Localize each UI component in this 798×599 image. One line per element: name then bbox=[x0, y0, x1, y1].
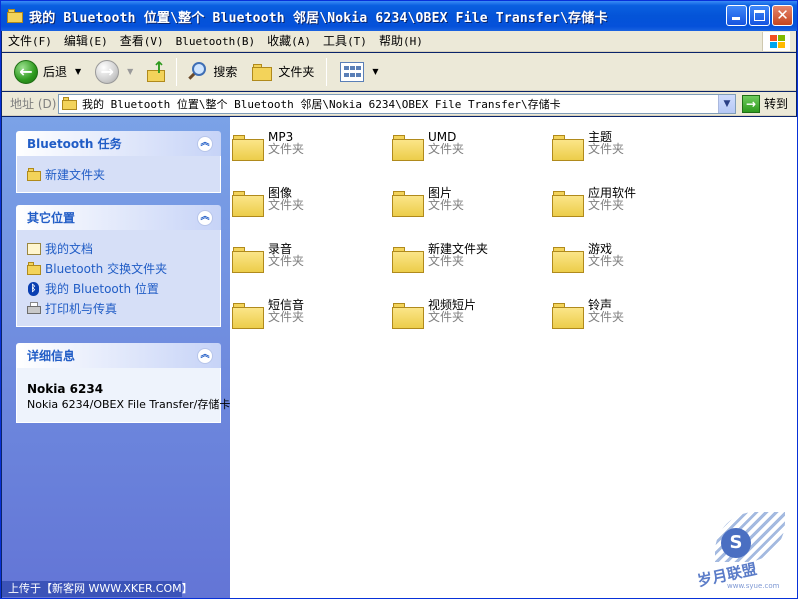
place-my-bluetooth-places[interactable]: ᛒ 我的 Bluetooth 位置 bbox=[27, 278, 210, 298]
search-button[interactable]: 搜索 bbox=[182, 56, 241, 88]
folder-item-games[interactable]: 游戏 文件夹 bbox=[552, 243, 702, 287]
folder-icon bbox=[552, 301, 584, 331]
details-header[interactable]: 详细信息 ︽ bbox=[16, 343, 221, 368]
folder-icon bbox=[392, 189, 424, 219]
menu-file[interactable]: 文件(F) bbox=[2, 31, 58, 52]
details-panel: 详细信息 ︽ Nokia 6234 Nokia 6234/OBEX File T… bbox=[16, 343, 231, 423]
maximize-icon bbox=[754, 10, 765, 21]
address-value: 我的 Bluetooth 位置\整个 Bluetooth 邻居\Nokia 62… bbox=[82, 97, 561, 111]
detail-path: Nokia 6234/OBEX File Transfer/存储卡 bbox=[27, 398, 231, 411]
folder-icon bbox=[392, 133, 424, 163]
folder-up-icon: ↑ bbox=[145, 59, 167, 83]
folder-item-themes[interactable]: 主题 文件夹 bbox=[552, 131, 702, 175]
close-icon: ✕ bbox=[776, 6, 789, 24]
folder-icon bbox=[392, 301, 424, 331]
address-bar: 地址 (D) 我的 Bluetooth 位置\整个 Bluetooth 邻居\N… bbox=[2, 92, 796, 116]
go-button[interactable]: → 转到 bbox=[742, 94, 788, 113]
toolbar-separator bbox=[176, 57, 178, 86]
folder-icon bbox=[232, 133, 264, 163]
folder-icon bbox=[62, 97, 78, 110]
upload-credit: 上传于【新客网 WWW.XKER.COM】 bbox=[2, 581, 193, 597]
go-arrow-icon: → bbox=[742, 94, 760, 113]
minimize-button[interactable] bbox=[726, 5, 747, 26]
task-new-folder[interactable]: 新建文件夹 bbox=[27, 164, 210, 184]
maximize-button[interactable] bbox=[749, 5, 770, 26]
forward-dropdown-icon[interactable]: ▼ bbox=[127, 67, 133, 76]
folder-item-mp3[interactable]: MP3 文件夹 bbox=[232, 131, 382, 175]
forward-arrow-icon: → bbox=[95, 59, 120, 84]
file-list: MP3 文件夹 UMD 文件夹 主题 文件夹 图像 文件夹 图片 文件夹 应用软件 文件夹 … bbox=[230, 117, 797, 598]
folder-icon bbox=[7, 9, 23, 23]
window-title: 我的 Bluetooth 位置\整个 Bluetooth 邻居\Nokia 62… bbox=[29, 10, 608, 26]
address-input[interactable]: 我的 Bluetooth 位置\整个 Bluetooth 邻居\Nokia 62… bbox=[58, 93, 736, 114]
search-icon bbox=[186, 61, 208, 83]
documents-icon bbox=[27, 242, 41, 255]
place-bluetooth-exchange-folder[interactable]: Bluetooth 交换文件夹 bbox=[27, 258, 210, 278]
collapse-icon[interactable]: ︽ bbox=[197, 135, 213, 152]
back-dropdown-icon[interactable]: ▼ bbox=[75, 67, 81, 76]
views-icon bbox=[340, 61, 365, 82]
collapse-icon[interactable]: ︽ bbox=[197, 347, 213, 364]
folder-icon bbox=[552, 245, 584, 275]
s-logo-icon: S bbox=[721, 528, 751, 558]
bluetooth-icon: ᛒ bbox=[27, 281, 41, 296]
views-button[interactable]: ▼ bbox=[336, 56, 382, 88]
bluetooth-tasks-panel: Bluetooth 任务 ︽ 新建文件夹 bbox=[16, 131, 221, 193]
folder-icon bbox=[232, 301, 264, 331]
other-places-panel: 其它位置 ︽ 我的文档 Bluetooth 交换文件夹 ᛒ 我的 Bluetoo… bbox=[16, 205, 221, 327]
folder-item-video-clips[interactable]: 视频短片 文件夹 bbox=[392, 299, 542, 343]
menu-edit[interactable]: 编辑(E) bbox=[58, 31, 114, 52]
menu-help[interactable]: 帮助(H) bbox=[373, 31, 429, 52]
folder-item-images[interactable]: 图像 文件夹 bbox=[232, 187, 382, 231]
address-dropdown-icon[interactable]: ▼ bbox=[718, 94, 735, 113]
other-places-header[interactable]: 其它位置 ︽ bbox=[16, 205, 221, 230]
forward-button[interactable]: → ▼ bbox=[91, 56, 137, 88]
back-button[interactable]: ← 后退 ▼ bbox=[10, 56, 85, 88]
folder-icon bbox=[27, 261, 41, 275]
place-my-documents[interactable]: 我的文档 bbox=[27, 238, 210, 258]
menu-view[interactable]: 查看(V) bbox=[114, 31, 170, 52]
explorer-window: 我的 Bluetooth 位置\整个 Bluetooth 邻居\Nokia 62… bbox=[0, 0, 798, 599]
folder-item-ringtones[interactable]: 铃声 文件夹 bbox=[552, 299, 702, 343]
folder-item-umd[interactable]: UMD 文件夹 bbox=[392, 131, 542, 175]
folders-icon bbox=[251, 62, 273, 82]
windows-logo-icon bbox=[762, 32, 790, 51]
folder-item-sms-tones[interactable]: 短信音 文件夹 bbox=[232, 299, 382, 343]
detail-device-name: Nokia 6234 bbox=[27, 382, 104, 396]
folder-icon bbox=[232, 245, 264, 275]
minimize-icon bbox=[732, 17, 740, 20]
folder-item-recordings[interactable]: 录音 文件夹 bbox=[232, 243, 382, 287]
folder-item-pictures[interactable]: 图片 文件夹 bbox=[392, 187, 542, 231]
printer-icon bbox=[27, 301, 41, 315]
title-bar[interactable]: 我的 Bluetooth 位置\整个 Bluetooth 邻居\Nokia 62… bbox=[1, 1, 797, 31]
collapse-icon[interactable]: ︽ bbox=[197, 209, 213, 226]
folder-icon bbox=[552, 133, 584, 163]
toolbar: ← 后退 ▼ → ▼ ↑ 搜索 文件夹 ▼ bbox=[2, 53, 796, 91]
menu-bar: 文件(F) 编辑(E) 查看(V) Bluetooth(B) 收藏(A) 工具(… bbox=[2, 31, 796, 52]
close-button[interactable]: ✕ bbox=[772, 5, 793, 26]
folders-button[interactable]: 文件夹 bbox=[247, 56, 318, 88]
bluetooth-tasks-header[interactable]: Bluetooth 任务 ︽ bbox=[16, 131, 221, 156]
folder-item-applications[interactable]: 应用软件 文件夹 bbox=[552, 187, 702, 231]
views-dropdown-icon[interactable]: ▼ bbox=[372, 67, 378, 76]
folder-item-new-folder[interactable]: 新建文件夹 文件夹 bbox=[392, 243, 542, 287]
address-label: 地址 (D) bbox=[10, 97, 57, 111]
watermark-logo: S 岁月联盟 www.syue.com bbox=[691, 512, 791, 592]
folder-icon bbox=[552, 189, 584, 219]
folder-icon bbox=[392, 245, 424, 275]
menu-favorites[interactable]: 收藏(A) bbox=[261, 31, 317, 52]
toolbar-separator bbox=[326, 57, 328, 86]
watermark-url: www.syue.com bbox=[727, 582, 780, 590]
new-folder-icon bbox=[27, 167, 41, 181]
folder-icon bbox=[232, 189, 264, 219]
task-pane: Bluetooth 任务 ︽ 新建文件夹 其它位置 ︽ 我的文档 Bluetoo… bbox=[2, 117, 230, 598]
menu-bluetooth[interactable]: Bluetooth(B) bbox=[170, 31, 261, 52]
place-printers-and-faxes[interactable]: 打印机与传真 bbox=[27, 298, 210, 318]
up-button[interactable]: ↑ bbox=[141, 56, 171, 88]
back-arrow-icon: ← bbox=[14, 59, 38, 84]
menu-tools[interactable]: 工具(T) bbox=[317, 31, 373, 52]
